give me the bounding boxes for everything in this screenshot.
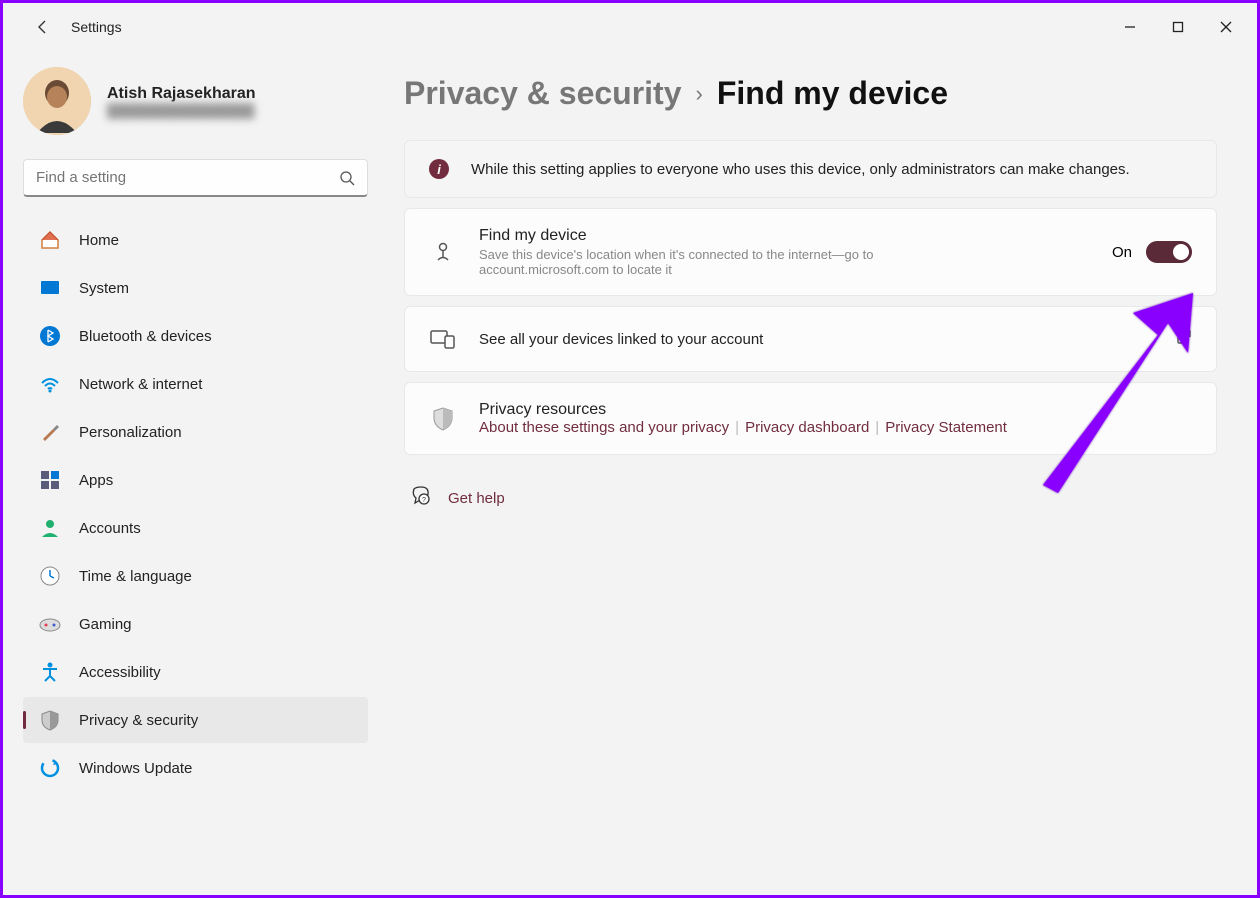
sidebar-item-system[interactable]: System (23, 265, 368, 311)
sidebar-item-label: Bluetooth & devices (79, 328, 212, 345)
sidebar-item-label: System (79, 280, 129, 297)
titlebar: Settings (3, 3, 1257, 51)
sidebar-item-label: Time & language (79, 568, 192, 585)
find-my-device-title: Find my device (479, 227, 1090, 245)
privacy-resources-card: Privacy resources About these settings a… (404, 382, 1217, 455)
sidebar-item-privacy[interactable]: Privacy & security (23, 697, 368, 743)
sidebar-item-label: Apps (79, 472, 113, 489)
sidebar-item-label: Privacy & security (79, 712, 198, 729)
linked-devices-text: See all your devices linked to your acco… (479, 331, 1154, 348)
sidebar-item-label: Network & internet (79, 376, 202, 393)
maximize-icon (1172, 21, 1184, 33)
sidebar-item-label: Accounts (79, 520, 141, 537)
sidebar-item-update[interactable]: Windows Update (23, 745, 368, 791)
system-icon (39, 277, 61, 299)
sidebar-item-label: Home (79, 232, 119, 249)
minimize-button[interactable] (1107, 11, 1153, 43)
privacy-resources-title: Privacy resources (479, 401, 1192, 419)
breadcrumb: Privacy & security › Find my device (404, 75, 1217, 112)
profile-block[interactable]: Atish Rajasekharan ████████████████ (15, 51, 376, 143)
sidebar-item-label: Windows Update (79, 760, 192, 777)
sidebar: Atish Rajasekharan ████████████████ Home… (3, 51, 388, 895)
window-title: Settings (71, 19, 122, 35)
breadcrumb-parent[interactable]: Privacy & security (404, 75, 682, 112)
link-privacy-dashboard[interactable]: Privacy dashboard (745, 419, 869, 436)
arrow-left-icon (35, 19, 51, 35)
sidebar-item-home[interactable]: Home (23, 217, 368, 263)
wifi-icon (39, 373, 61, 395)
nav-list: Home System Bluetooth & devices Network … (15, 217, 376, 791)
minimize-icon (1124, 21, 1136, 33)
sidebar-item-bluetooth[interactable]: Bluetooth & devices (23, 313, 368, 359)
info-icon: i (429, 159, 449, 179)
bluetooth-icon (39, 325, 61, 347)
find-my-device-card: Find my device Save this device's locati… (404, 208, 1217, 296)
location-pin-icon (429, 238, 457, 266)
link-about-settings[interactable]: About these settings and your privacy (479, 419, 729, 436)
devices-icon (429, 325, 457, 353)
find-my-device-subtitle: Save this device's location when it's co… (479, 247, 999, 277)
person-icon (39, 517, 61, 539)
back-button[interactable] (23, 7, 63, 47)
brush-icon (39, 421, 61, 443)
sidebar-item-accounts[interactable]: Accounts (23, 505, 368, 551)
sidebar-item-network[interactable]: Network & internet (23, 361, 368, 407)
main-content: Privacy & security › Find my device i Wh… (388, 51, 1257, 895)
close-button[interactable] (1203, 11, 1249, 43)
sidebar-item-apps[interactable]: Apps (23, 457, 368, 503)
get-help-link[interactable]: Get help (448, 490, 505, 507)
profile-email: ████████████████ (107, 103, 256, 118)
close-icon (1220, 21, 1232, 33)
sidebar-item-label: Personalization (79, 424, 182, 441)
help-row: ? Get help (404, 485, 1217, 512)
linked-devices-card[interactable]: See all your devices linked to your acco… (404, 306, 1217, 372)
accessibility-icon (39, 661, 61, 683)
search-input[interactable] (36, 169, 339, 186)
info-banner: i While this setting applies to everyone… (404, 140, 1217, 198)
clock-icon (39, 565, 61, 587)
search-box[interactable] (23, 159, 368, 197)
window-controls (1107, 11, 1249, 43)
sidebar-item-label: Accessibility (79, 664, 161, 681)
chevron-right-icon: › (696, 81, 703, 107)
sidebar-item-time[interactable]: Time & language (23, 553, 368, 599)
find-my-device-toggle[interactable] (1146, 241, 1192, 263)
sidebar-item-label: Gaming (79, 616, 132, 633)
avatar (23, 67, 91, 135)
link-privacy-statement[interactable]: Privacy Statement (885, 419, 1007, 436)
profile-name: Atish Rajasekharan (107, 85, 256, 103)
apps-icon (39, 469, 61, 491)
external-link-icon (1176, 329, 1192, 350)
sidebar-item-personalization[interactable]: Personalization (23, 409, 368, 455)
shield-icon (39, 709, 61, 731)
search-icon (339, 170, 355, 186)
svg-text:?: ? (422, 497, 426, 504)
page-title: Find my device (717, 75, 948, 112)
home-icon (39, 229, 61, 251)
sync-icon (39, 757, 61, 779)
help-icon: ? (410, 485, 432, 512)
maximize-button[interactable] (1155, 11, 1201, 43)
sidebar-item-gaming[interactable]: Gaming (23, 601, 368, 647)
toggle-state-label: On (1112, 244, 1132, 261)
sidebar-item-accessibility[interactable]: Accessibility (23, 649, 368, 695)
info-banner-text: While this setting applies to everyone w… (471, 161, 1130, 178)
shield-outline-icon (429, 405, 457, 433)
gamepad-icon (39, 613, 61, 635)
